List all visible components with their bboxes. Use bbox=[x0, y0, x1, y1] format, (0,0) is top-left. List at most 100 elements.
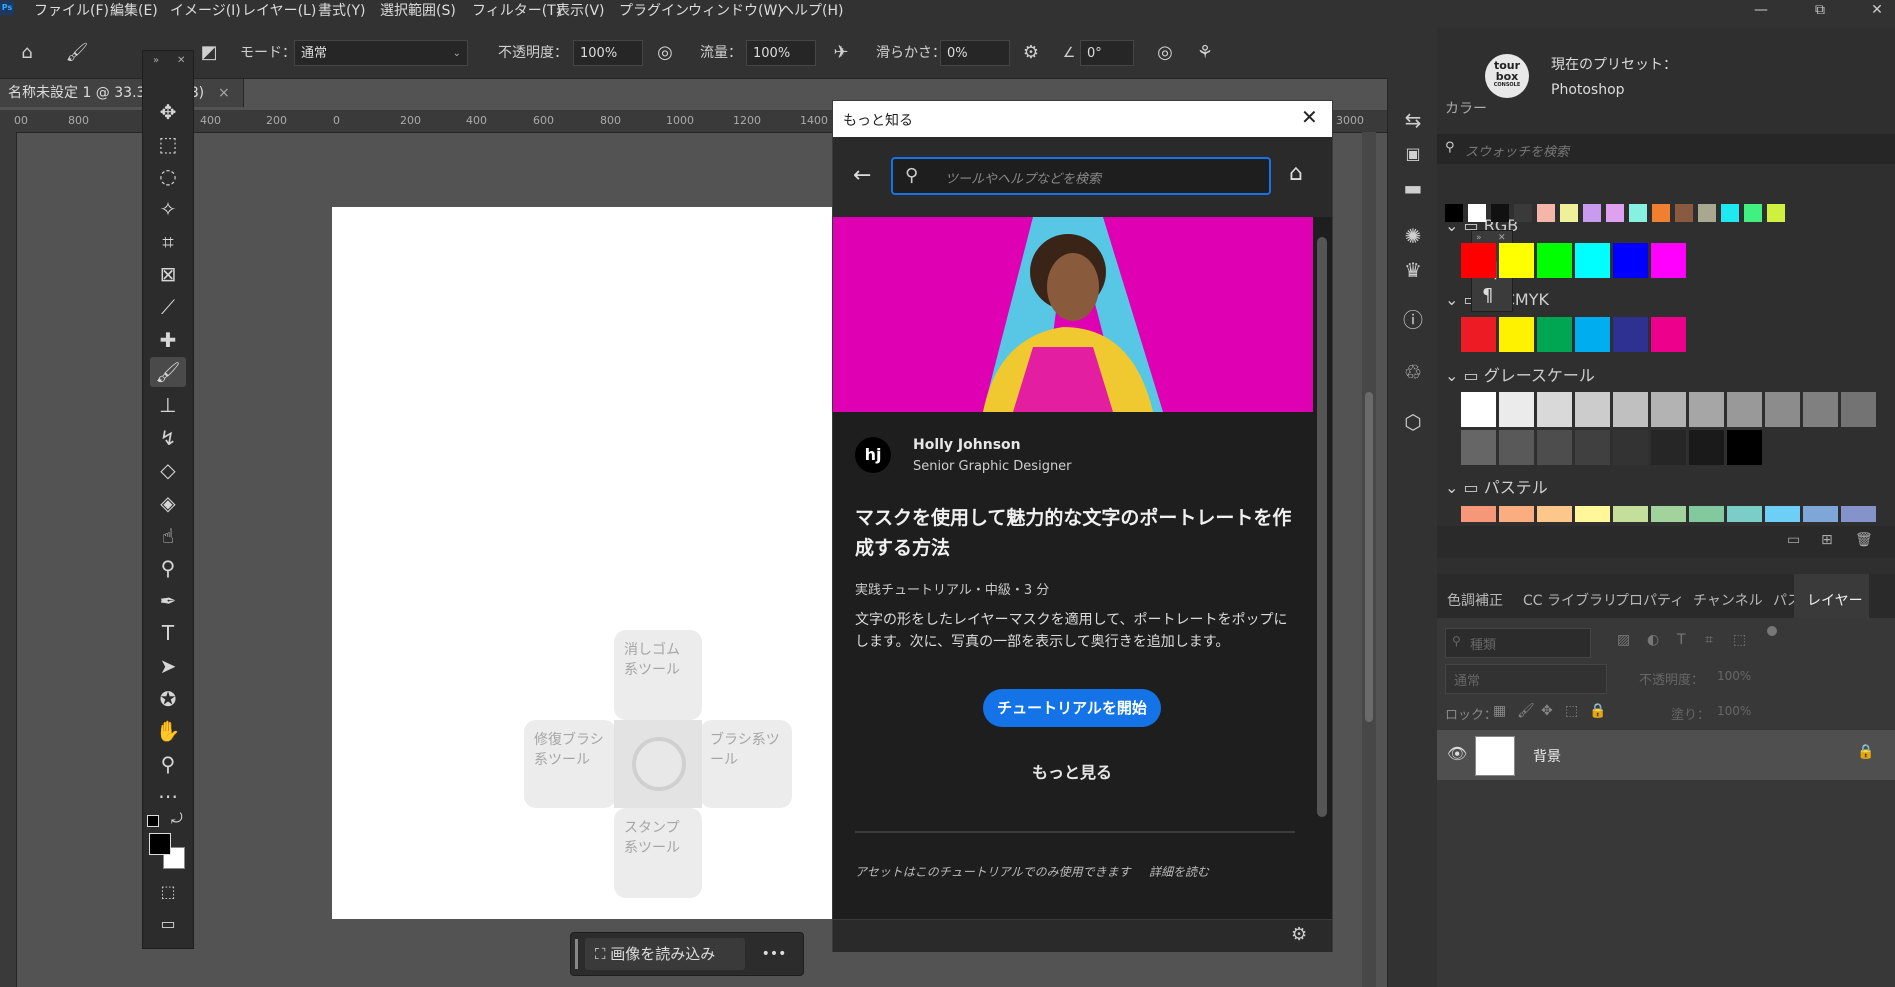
tab-layers[interactable]: レイヤー bbox=[1807, 590, 1863, 610]
color-swatch[interactable] bbox=[1613, 430, 1648, 465]
lasso-tool-icon[interactable]: ◌ bbox=[150, 161, 186, 191]
recent-swatch[interactable] bbox=[1767, 204, 1785, 222]
color-swatch[interactable] bbox=[1461, 243, 1496, 278]
recent-swatch[interactable] bbox=[1721, 204, 1739, 222]
brush-tool-icon[interactable]: 🖌 bbox=[150, 357, 186, 387]
gear-icon[interactable]: ⚙ bbox=[1018, 40, 1044, 66]
quick-mask-icon[interactable]: ⬚ bbox=[150, 877, 186, 907]
learn-scrollbar[interactable] bbox=[1313, 217, 1332, 912]
menu-file[interactable]: ファイル(F) bbox=[34, 0, 109, 22]
color-swatch[interactable] bbox=[1575, 392, 1610, 427]
color-swatch[interactable] bbox=[1727, 430, 1762, 465]
color-swatch[interactable] bbox=[1499, 430, 1534, 465]
start-tutorial-button[interactable]: チュートリアルを開始 bbox=[983, 689, 1161, 727]
close-tools-icon[interactable]: ✕ bbox=[177, 55, 185, 66]
color-swatch[interactable] bbox=[1461, 506, 1496, 522]
path-selection-tool-icon[interactable]: ➤ bbox=[150, 651, 186, 681]
eraser-tool-icon[interactable]: ◇ bbox=[150, 455, 186, 485]
pressure-opacity-icon[interactable]: ◎ bbox=[652, 40, 678, 66]
paragraph-panel-icon[interactable]: ¶ bbox=[1482, 285, 1493, 306]
lock-artboard-icon[interactable]: ⬚ bbox=[1565, 703, 1578, 719]
color-swatch[interactable] bbox=[1537, 243, 1572, 278]
flow-field[interactable]: 100% bbox=[746, 40, 816, 66]
radial-stamp-tools[interactable]: スタンプ系ツール bbox=[614, 808, 702, 898]
adjustments-icon[interactable]: ✺ bbox=[1399, 222, 1427, 250]
recent-swatch[interactable] bbox=[1652, 204, 1670, 222]
color-swatch[interactable] bbox=[1575, 243, 1610, 278]
color-swatch[interactable] bbox=[1727, 392, 1762, 427]
color-swatch[interactable] bbox=[1651, 392, 1686, 427]
history-icon[interactable]: ⇆ bbox=[1399, 106, 1427, 134]
color-swatch[interactable] bbox=[1651, 317, 1686, 352]
color-swatch[interactable] bbox=[1461, 430, 1496, 465]
healing-brush-tool-icon[interactable]: ✚ bbox=[150, 325, 186, 355]
foreground-color-swatch[interactable] bbox=[149, 833, 171, 855]
tab-channels[interactable]: チャンネル bbox=[1693, 590, 1763, 610]
menu-edit[interactable]: 編集(E) bbox=[110, 0, 158, 22]
recent-swatch[interactable] bbox=[1468, 204, 1486, 222]
recent-swatch[interactable] bbox=[1675, 204, 1693, 222]
recent-swatch[interactable] bbox=[1606, 204, 1624, 222]
new-group-icon[interactable]: ▭ bbox=[1787, 532, 1800, 548]
color-swatch[interactable] bbox=[1499, 317, 1534, 352]
color-swatch[interactable] bbox=[1575, 506, 1610, 522]
color-swatch[interactable] bbox=[1651, 243, 1686, 278]
color-swatch[interactable] bbox=[1727, 506, 1762, 522]
color-swatch[interactable] bbox=[1841, 506, 1876, 522]
color-swatch[interactable] bbox=[1461, 392, 1496, 427]
opacity-field[interactable]: 100% bbox=[573, 40, 643, 66]
radial-center-button[interactable] bbox=[632, 737, 686, 791]
color-swatch[interactable] bbox=[1689, 430, 1724, 465]
dodge-tool-icon[interactable]: ⚲ bbox=[150, 553, 186, 583]
home-icon[interactable]: ⌂ bbox=[1289, 161, 1303, 186]
stamp-tool-icon[interactable]: ⊥ bbox=[150, 390, 186, 420]
pressure-size-icon[interactable]: ◎ bbox=[1152, 40, 1178, 66]
radial-brush-tools[interactable]: ブラシ系ツール bbox=[700, 720, 792, 808]
marquee-tool-icon[interactable]: ⬚ bbox=[150, 129, 186, 159]
color-swatch[interactable] bbox=[1613, 317, 1648, 352]
eye-icon[interactable]: 👁 bbox=[1447, 744, 1467, 763]
lock-paint-icon[interactable]: 🖌 bbox=[1517, 703, 1535, 719]
color-swatch[interactable] bbox=[1765, 506, 1800, 522]
read-more-link[interactable]: 詳細を読む bbox=[1149, 863, 1209, 880]
recent-swatch[interactable] bbox=[1537, 204, 1555, 222]
type-filter-icon[interactable]: T bbox=[1677, 632, 1686, 648]
more-tools-icon[interactable]: ⋯ bbox=[150, 781, 186, 811]
close-icon[interactable]: ✕ bbox=[1301, 105, 1318, 129]
adjustment-filter-icon[interactable]: ◐ bbox=[1647, 632, 1659, 648]
plugins-icon[interactable]: ▣ bbox=[1399, 140, 1427, 168]
canvas-scrollbar-thumb[interactable] bbox=[1365, 392, 1373, 722]
recent-swatch[interactable] bbox=[1445, 204, 1463, 222]
brush-preset-icon[interactable]: 🖌 bbox=[64, 40, 90, 66]
move-tool-icon[interactable]: ✥ bbox=[150, 97, 186, 127]
radial-healing-tools[interactable]: 修復ブラシ系ツール bbox=[524, 720, 616, 808]
info-icon[interactable]: ⓘ bbox=[1399, 306, 1427, 334]
angle-field[interactable]: 0° bbox=[1080, 40, 1134, 66]
shape-tool-icon[interactable]: ✪ bbox=[150, 684, 186, 714]
collapse-icon[interactable]: » bbox=[1476, 233, 1482, 243]
menu-type[interactable]: 書式(Y) bbox=[318, 0, 365, 22]
document-tab[interactable]: 名称未設定 1 @ 33.3 /8) × bbox=[0, 79, 244, 107]
swatch-group-pastel[interactable]: ⌄ ▭ パステル bbox=[1445, 474, 1548, 498]
menu-image[interactable]: イメージ(I) bbox=[170, 0, 241, 22]
smoothing-field[interactable]: 0% bbox=[940, 40, 1010, 66]
color-swatch[interactable] bbox=[1613, 243, 1648, 278]
blend-mode-select[interactable]: 通常 bbox=[1445, 664, 1607, 694]
lock-all-icon[interactable]: 🔒 bbox=[1589, 703, 1606, 719]
tab-properties[interactable]: プロパティ bbox=[1615, 590, 1684, 610]
crop-tool-icon[interactable]: ⌗ bbox=[150, 227, 186, 257]
history-brush-tool-icon[interactable]: ↯ bbox=[150, 423, 186, 453]
close-tab-icon[interactable]: × bbox=[218, 79, 230, 107]
color-swatch[interactable] bbox=[1651, 506, 1686, 522]
frame-tool-icon[interactable]: ⊠ bbox=[150, 259, 186, 289]
drag-handle[interactable] bbox=[575, 939, 578, 969]
color-swatch[interactable] bbox=[1765, 392, 1800, 427]
filter-toggle[interactable] bbox=[1767, 626, 1777, 636]
more-options-button[interactable]: ••• bbox=[757, 938, 791, 970]
learn-search-input[interactable]: ⚲ ツールやヘルプなどを検索 bbox=[891, 157, 1271, 195]
close-window-button[interactable]: ✕ bbox=[1862, 0, 1892, 22]
color-swatch[interactable] bbox=[1803, 506, 1838, 522]
color-swatch[interactable] bbox=[1537, 430, 1572, 465]
recent-swatch[interactable] bbox=[1514, 204, 1532, 222]
collapse-tools-icon[interactable]: » bbox=[153, 55, 159, 66]
